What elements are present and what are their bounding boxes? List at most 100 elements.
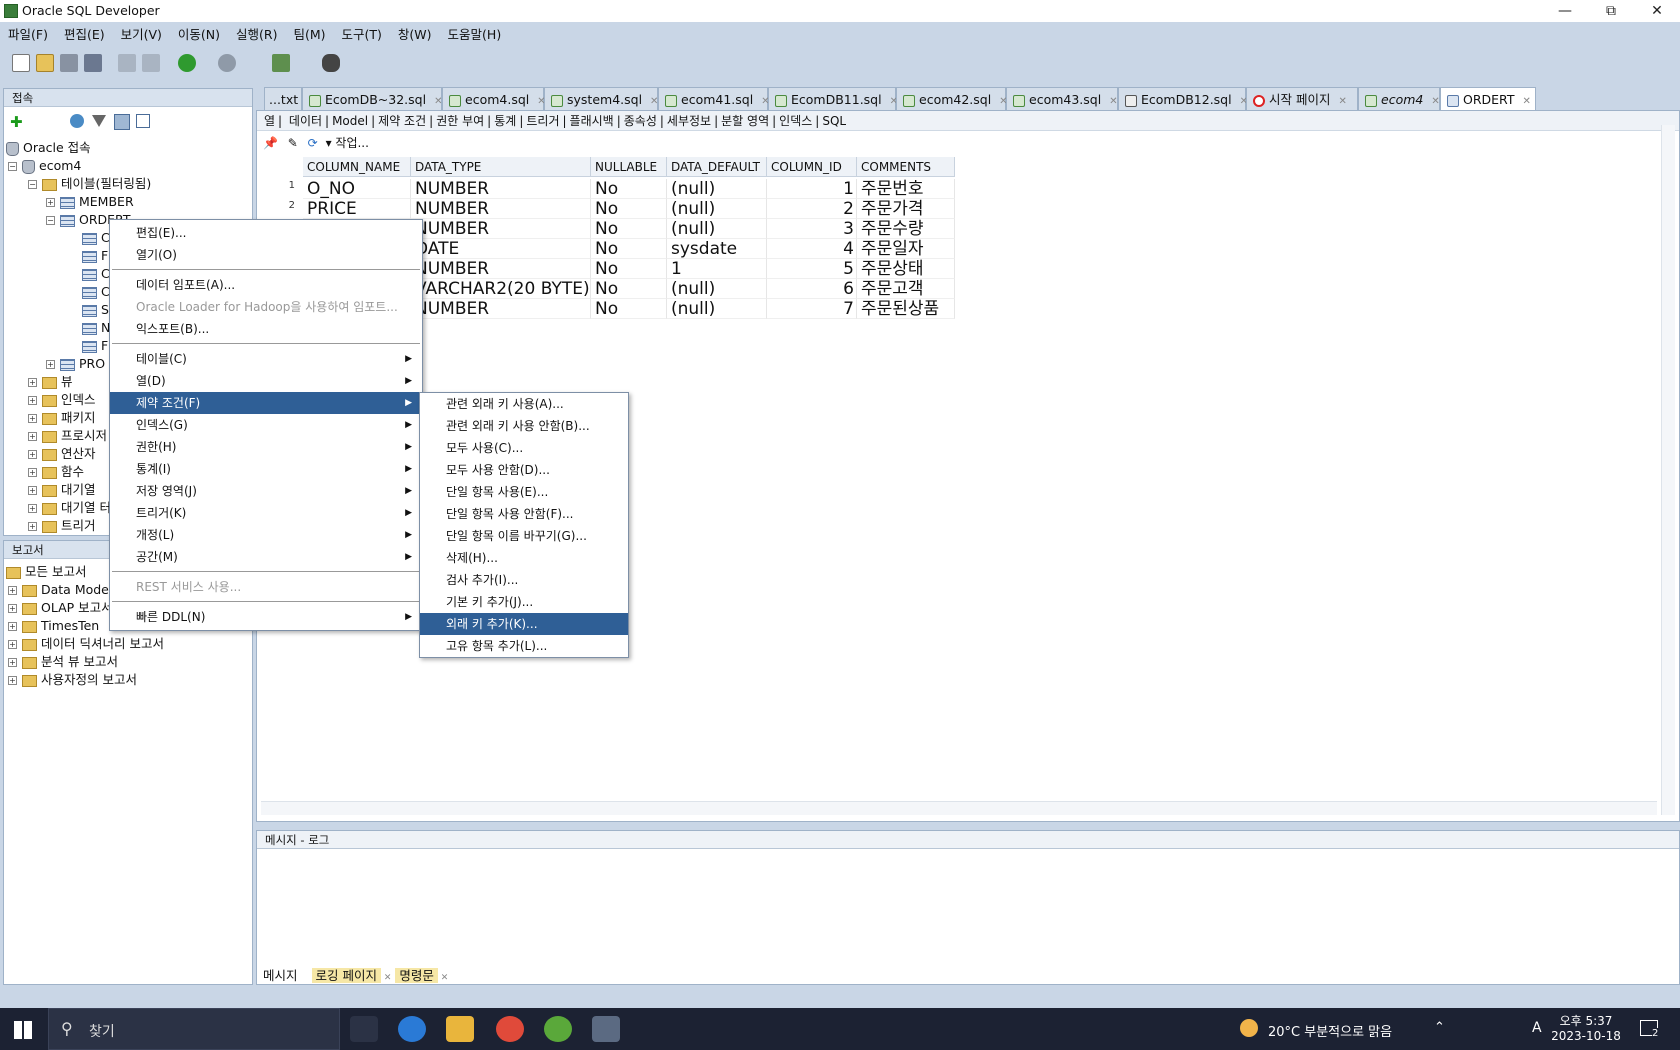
expand-toggle-icon[interactable]: + <box>8 658 17 667</box>
log-tab-messages[interactable]: 메시지 <box>259 968 302 983</box>
header-nullable[interactable]: NULLABLE <box>591 157 667 177</box>
sub-add-primary-key[interactable]: 기본 키 추가(J)... <box>420 591 628 613</box>
expand-toggle-icon[interactable]: + <box>28 432 37 441</box>
cell-column-id[interactable]: 7 <box>767 299 857 319</box>
close-tab-icon[interactable]: ✕ <box>1522 96 1530 107</box>
cell-nullable[interactable]: No <box>591 179 667 199</box>
refresh-icon[interactable]: ⟳ <box>308 136 318 150</box>
close-tab-icon[interactable]: ✕ <box>1431 96 1439 107</box>
sub-rename-single[interactable]: 단일 항목 이름 바꾸기(G)... <box>420 525 628 547</box>
expand-toggle-icon[interactable]: + <box>28 414 37 423</box>
tree-triggers[interactable]: + 트리거 <box>28 517 96 534</box>
cell-nullable[interactable]: No <box>591 299 667 319</box>
expand-toggle-icon[interactable]: + <box>28 378 37 387</box>
expand-toggle-icon[interactable]: + <box>8 640 17 649</box>
weather-icon[interactable] <box>1240 1019 1258 1037</box>
tree-queues[interactable]: + 대기열 <box>28 481 96 498</box>
sub-drop[interactable]: 삭제(H)... <box>420 547 628 569</box>
sub-enable-all[interactable]: 모두 사용(C)... <box>420 437 628 459</box>
expand-toggle-icon[interactable]: + <box>8 586 17 595</box>
horizontal-scrollbar[interactable] <box>261 801 1657 815</box>
tree-column[interactable]: C <box>82 265 110 282</box>
cell-data-default[interactable]: 1 <box>667 259 767 279</box>
menu-team[interactable]: 팀(M) <box>285 22 333 48</box>
close-tab-icon[interactable]: ✕ <box>438 973 449 983</box>
menu-window[interactable]: 창(W) <box>390 22 440 48</box>
cell-data-default[interactable]: (null) <box>667 199 767 219</box>
tree-functions[interactable]: + 함수 <box>28 463 84 480</box>
subtab-sql[interactable]: SQL <box>819 114 849 128</box>
cell-column-id[interactable]: 1 <box>767 179 857 199</box>
report-olap[interactable]: + OLAP 보고서 <box>8 599 113 616</box>
expand-toggle-icon[interactable]: + <box>46 198 55 207</box>
report-analytic-view[interactable]: + 분석 뷰 보고서 <box>8 653 118 670</box>
log-tab-statements[interactable]: 명령문 <box>395 968 438 983</box>
ctx-open[interactable]: 열기(O) <box>110 244 422 266</box>
expand-toggle-icon[interactable]: + <box>28 486 37 495</box>
sub-enable-related-fk[interactable]: 관련 외래 키 사용(A)... <box>420 393 628 415</box>
ctx-space[interactable]: 공간(M) ▶ <box>110 546 422 568</box>
collapse-toggle-icon[interactable]: − <box>28 180 37 189</box>
add-connection-icon[interactable]: ✚ <box>10 113 23 131</box>
menu-help[interactable]: 도움말(H) <box>440 22 510 48</box>
tree-operators[interactable]: + 연산자 <box>28 445 96 462</box>
weather-text[interactable]: 20°C 부분적으로 맑음 <box>1268 1021 1392 1040</box>
refresh-icon[interactable] <box>70 114 84 128</box>
vertical-scrollbar[interactable] <box>1661 125 1675 815</box>
tab-ecom41-sql[interactable]: ecom41.sql ✕ <box>658 87 770 110</box>
subtab-indexes[interactable]: 인덱스 <box>776 114 815 128</box>
cell-column-name[interactable]: PRICE <box>303 199 411 219</box>
tab-ecomdb11-sql[interactable]: EcomDB11.sql ✕ <box>768 87 898 110</box>
file-explorer-icon[interactable] <box>446 1016 474 1042</box>
subtab-model[interactable]: Model <box>329 114 371 128</box>
edit-icon[interactable]: ✎ <box>288 136 298 150</box>
sub-disable-single[interactable]: 단일 항목 사용 안함(F)... <box>420 503 628 525</box>
subtab-dependencies[interactable]: 종속성 <box>621 114 660 128</box>
cell-column-id[interactable]: 6 <box>767 279 857 299</box>
expand-toggle-icon[interactable]: + <box>28 468 37 477</box>
ctx-index[interactable]: 인덱스(G) ▶ <box>110 414 422 436</box>
collapse-icon[interactable] <box>136 114 150 128</box>
open-folder-icon[interactable] <box>36 54 54 72</box>
tree-column[interactable]: C <box>82 229 110 246</box>
filter-icon[interactable] <box>92 115 106 127</box>
report-timesten[interactable]: + TimesTen <box>8 617 99 634</box>
ctx-privileges[interactable]: 권한(H) ▶ <box>110 436 422 458</box>
taskbar-search[interactable]: ⚲ 찾기 <box>48 1008 340 1050</box>
expand-toggle-icon[interactable]: + <box>46 360 55 369</box>
cell-data-default[interactable]: (null) <box>667 279 767 299</box>
windows-start-icon[interactable] <box>14 1021 32 1039</box>
cell-data-type[interactable]: NUMBER <box>411 299 591 319</box>
cell-data-type[interactable]: NUMBER <box>411 179 591 199</box>
input-language-indicator[interactable]: A <box>1532 1020 1542 1036</box>
cell-data-type[interactable]: DATE <box>411 239 591 259</box>
edge-browser-icon[interactable] <box>398 1016 426 1042</box>
report-all[interactable]: 모든 보고서 <box>6 563 86 580</box>
cell-data-default[interactable]: (null) <box>667 179 767 199</box>
sql-worksheet-icon[interactable] <box>272 54 290 72</box>
cell-column-id[interactable]: 2 <box>767 199 857 219</box>
sub-add-foreign-key[interactable]: 외래 키 추가(K)... <box>420 613 628 635</box>
tab-ecom43-sql[interactable]: ecom43.sql ✕ <box>1006 87 1118 110</box>
expand-toggle-icon[interactable]: + <box>28 522 37 531</box>
menu-navigate[interactable]: 이동(N) <box>170 22 228 48</box>
menu-file[interactable]: 파일(F) <box>0 22 56 48</box>
cell-comments[interactable]: 주문가격 <box>857 199 955 219</box>
expand-toggle-icon[interactable]: + <box>8 622 17 631</box>
cell-column-id[interactable]: 4 <box>767 239 857 259</box>
back-icon[interactable] <box>178 54 196 72</box>
close-tab-icon[interactable]: ✕ <box>381 973 392 983</box>
tree-procedures[interactable]: + 프로시저 <box>28 427 107 444</box>
subtab-partitions[interactable]: 분할 영역 <box>718 114 772 128</box>
tree-table-prod[interactable]: + PRO <box>46 355 105 372</box>
maximize-button[interactable]: ⧉ <box>1588 0 1634 22</box>
tree-queue-tables[interactable]: + 대기열 터 <box>28 499 111 516</box>
close-tab-icon[interactable]: ✕ <box>1338 96 1346 107</box>
cell-data-default[interactable]: (null) <box>667 219 767 239</box>
binoculars-icon[interactable] <box>322 54 340 72</box>
clock[interactable]: 오후 5:37 2023-10-18 <box>1546 1012 1626 1043</box>
menu-edit[interactable]: 편집(E) <box>56 22 113 48</box>
subtab-flashback[interactable]: 플래시백 <box>567 114 617 128</box>
cell-nullable[interactable]: No <box>591 239 667 259</box>
tree-tables[interactable]: − 테이블(필터링됨) <box>28 175 151 192</box>
